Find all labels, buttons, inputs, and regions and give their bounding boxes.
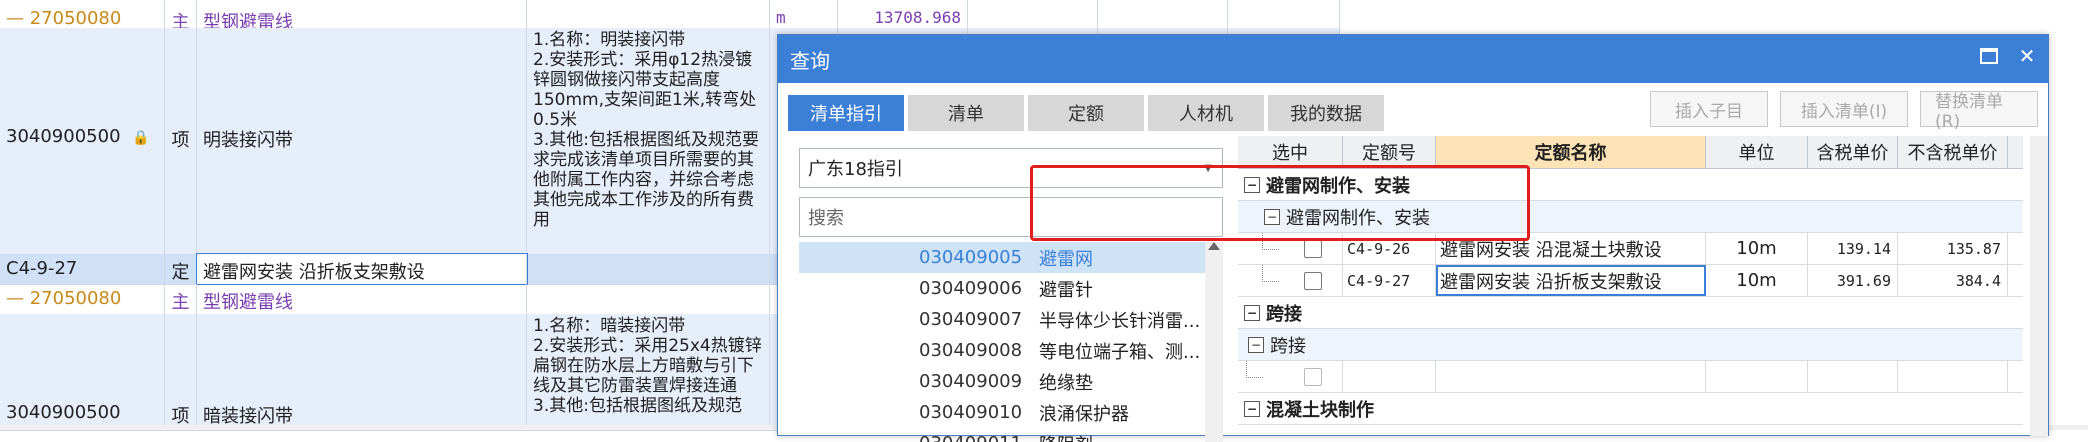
row-checkbox[interactable] [1304,240,1322,258]
cell-code: — 27050080 [0,0,165,28]
list-item-code: 030409008 [799,340,1029,361]
tab-my-data[interactable]: 我的数据 [1268,95,1384,131]
list-item[interactable]: 030409007半导体少长针消雷... [799,304,1223,335]
dialog-titlebar[interactable]: 查询 ✕ [778,35,2048,83]
group-row[interactable]: − 混凝土块制作 [1238,393,2023,425]
list-item[interactable]: 030409005避雷网 [799,242,1223,273]
action-buttons: 插入子目 插入清单(I) 替换清单(R) [1650,91,2038,127]
subgroup-row[interactable]: − 跨接 [1238,329,2023,361]
cell-code: C4-9-27 [0,254,165,284]
cell-name: 型钢避雷线 [197,0,527,28]
list-item-name: 绝缘垫 [1029,369,1093,395]
close-button[interactable]: ✕ [2016,45,2038,67]
tab-list[interactable]: 清单 [908,95,1024,131]
dialog-tabs: 清单指引 清单 定额 人材机 我的数据 [788,95,1384,131]
cell-code: 3040900500 [0,314,165,430]
subgroup-name: 跨接 [1270,332,1306,358]
cell-unit: m [770,0,838,28]
maximize-icon [1980,48,1998,64]
insert-list-button[interactable]: 插入清单(I) [1780,91,1908,127]
col-header-tax-price[interactable]: 含税单价 [1808,136,1898,168]
guide-list: 030409005避雷网 030409006避雷针 030409007半导体少长… [799,242,1223,442]
col-header-unit[interactable]: 单位 [1706,136,1808,168]
table-scrollbar[interactable] [2030,136,2048,436]
group-name: 混凝土块制作 [1266,396,1374,422]
lock-icon: 🔒 [132,130,149,146]
cell-unit: 10m [1706,265,1808,296]
scroll-up-icon[interactable] [1208,242,1220,250]
list-item-code: 030409006 [799,278,1029,299]
cell-notax-price: 135.87 [1898,233,2008,264]
cell-name: 明装接闪带 [197,28,527,254]
cell-feature [527,0,770,28]
list-scrollbar[interactable] [1205,242,1223,442]
cell-name[interactable]: 避雷网安装 沿折板支架敷设 [197,254,527,284]
highlight-annotation-box [1030,165,1530,241]
col-header-name[interactable]: 定额名称 [1436,136,1706,168]
col-header-select[interactable]: 选中 [1238,136,1343,168]
cell-name: 型钢避雷线 [197,284,527,314]
list-item[interactable]: 030409008等电位端子箱、测... [799,335,1223,366]
list-item-name: 避雷针 [1029,276,1093,302]
cell-quota-name[interactable]: 避雷网安装 沿折板支架敷设 [1436,265,1706,296]
list-item[interactable]: 030409009绝缘垫 [799,366,1223,397]
cell-notax-price: 384.4 [1898,265,2008,296]
col-header-code[interactable]: 定额号 [1343,136,1436,168]
list-item-name: 等电位端子箱、测... [1029,338,1200,364]
list-item-name: 半导体少长针消雷... [1029,307,1200,333]
group-name: 跨接 [1266,300,1302,326]
region-value: 广东18指引 [808,155,903,181]
list-item-name: 避雷网 [1029,245,1093,271]
table-row[interactable] [1238,361,2023,393]
cell-type: 项 [165,28,197,254]
col-header-notax-price[interactable]: 不含税单价 [1898,136,2008,168]
cell-feature: 1.名称：明装接闪带 2.安装形式：采用φ12热浸镀锌圆钢做接闪带支起高度150… [527,28,770,254]
list-item-code: 030409005 [799,247,1029,268]
cell-qty: 13708.968 [838,0,968,28]
list-item-name: 浪涌保护器 [1029,400,1129,426]
row-checkbox[interactable] [1304,368,1322,386]
list-item-code: 030409009 [799,371,1029,392]
list-item[interactable]: 030409006避雷针 [799,273,1223,304]
cell-unit: 10m [1706,233,1808,264]
cell-tax-price: 391.69 [1808,265,1898,296]
dialog-title: 查询 [790,45,830,74]
table-row[interactable]: — 27050080 主 型钢避雷线 m 13708.968 [0,0,1340,29]
cell-code: — 27050080 [0,284,165,314]
cell-name: 暗装接闪带 [197,314,527,430]
cell-feature: 1.名称：暗装接闪带 2.安装形式：采用25x4热镀锌扁钢在防水层上方暗敷与引下… [527,314,770,430]
cell-type: 定 [165,254,197,284]
cell-quota-code: C4-9-27 [1343,265,1436,296]
list-item-name: 降阻剂 [1029,431,1093,442]
cell-type: 项 [165,314,197,430]
group-row[interactable]: − 跨接 [1238,297,2023,329]
tab-list-guide[interactable]: 清单指引 [788,95,904,131]
list-item[interactable]: 030409010浪涌保护器 [799,397,1223,428]
cell-tax-price: 139.14 [1808,233,1898,264]
close-icon: ✕ [2019,44,2036,68]
tab-labor-material[interactable]: 人材机 [1148,95,1264,131]
tab-quota[interactable]: 定额 [1028,95,1144,131]
list-item[interactable]: 030409011降阻剂 [799,428,1223,442]
list-item-code: 030409011 [799,433,1029,442]
list-item-code: 030409010 [799,402,1029,423]
list-item-code: 030409007 [799,309,1029,330]
replace-list-button[interactable]: 替换清单(R) [1920,91,2038,127]
cell-type: 主 [165,0,197,28]
collapse-icon[interactable]: − [1248,337,1264,353]
collapse-icon[interactable]: − [1244,305,1260,321]
maximize-button[interactable] [1978,45,2000,67]
collapse-icon[interactable]: − [1244,401,1260,417]
cell-code: 3040900500 [6,126,121,147]
row-checkbox[interactable] [1304,272,1322,290]
table-row[interactable]: C4-9-27 避雷网安装 沿折板支架敷设 10m 391.69 384.4 [1238,265,2023,297]
cell-type: 主 [165,284,197,314]
insert-subitem-button[interactable]: 插入子目 [1650,91,1768,127]
